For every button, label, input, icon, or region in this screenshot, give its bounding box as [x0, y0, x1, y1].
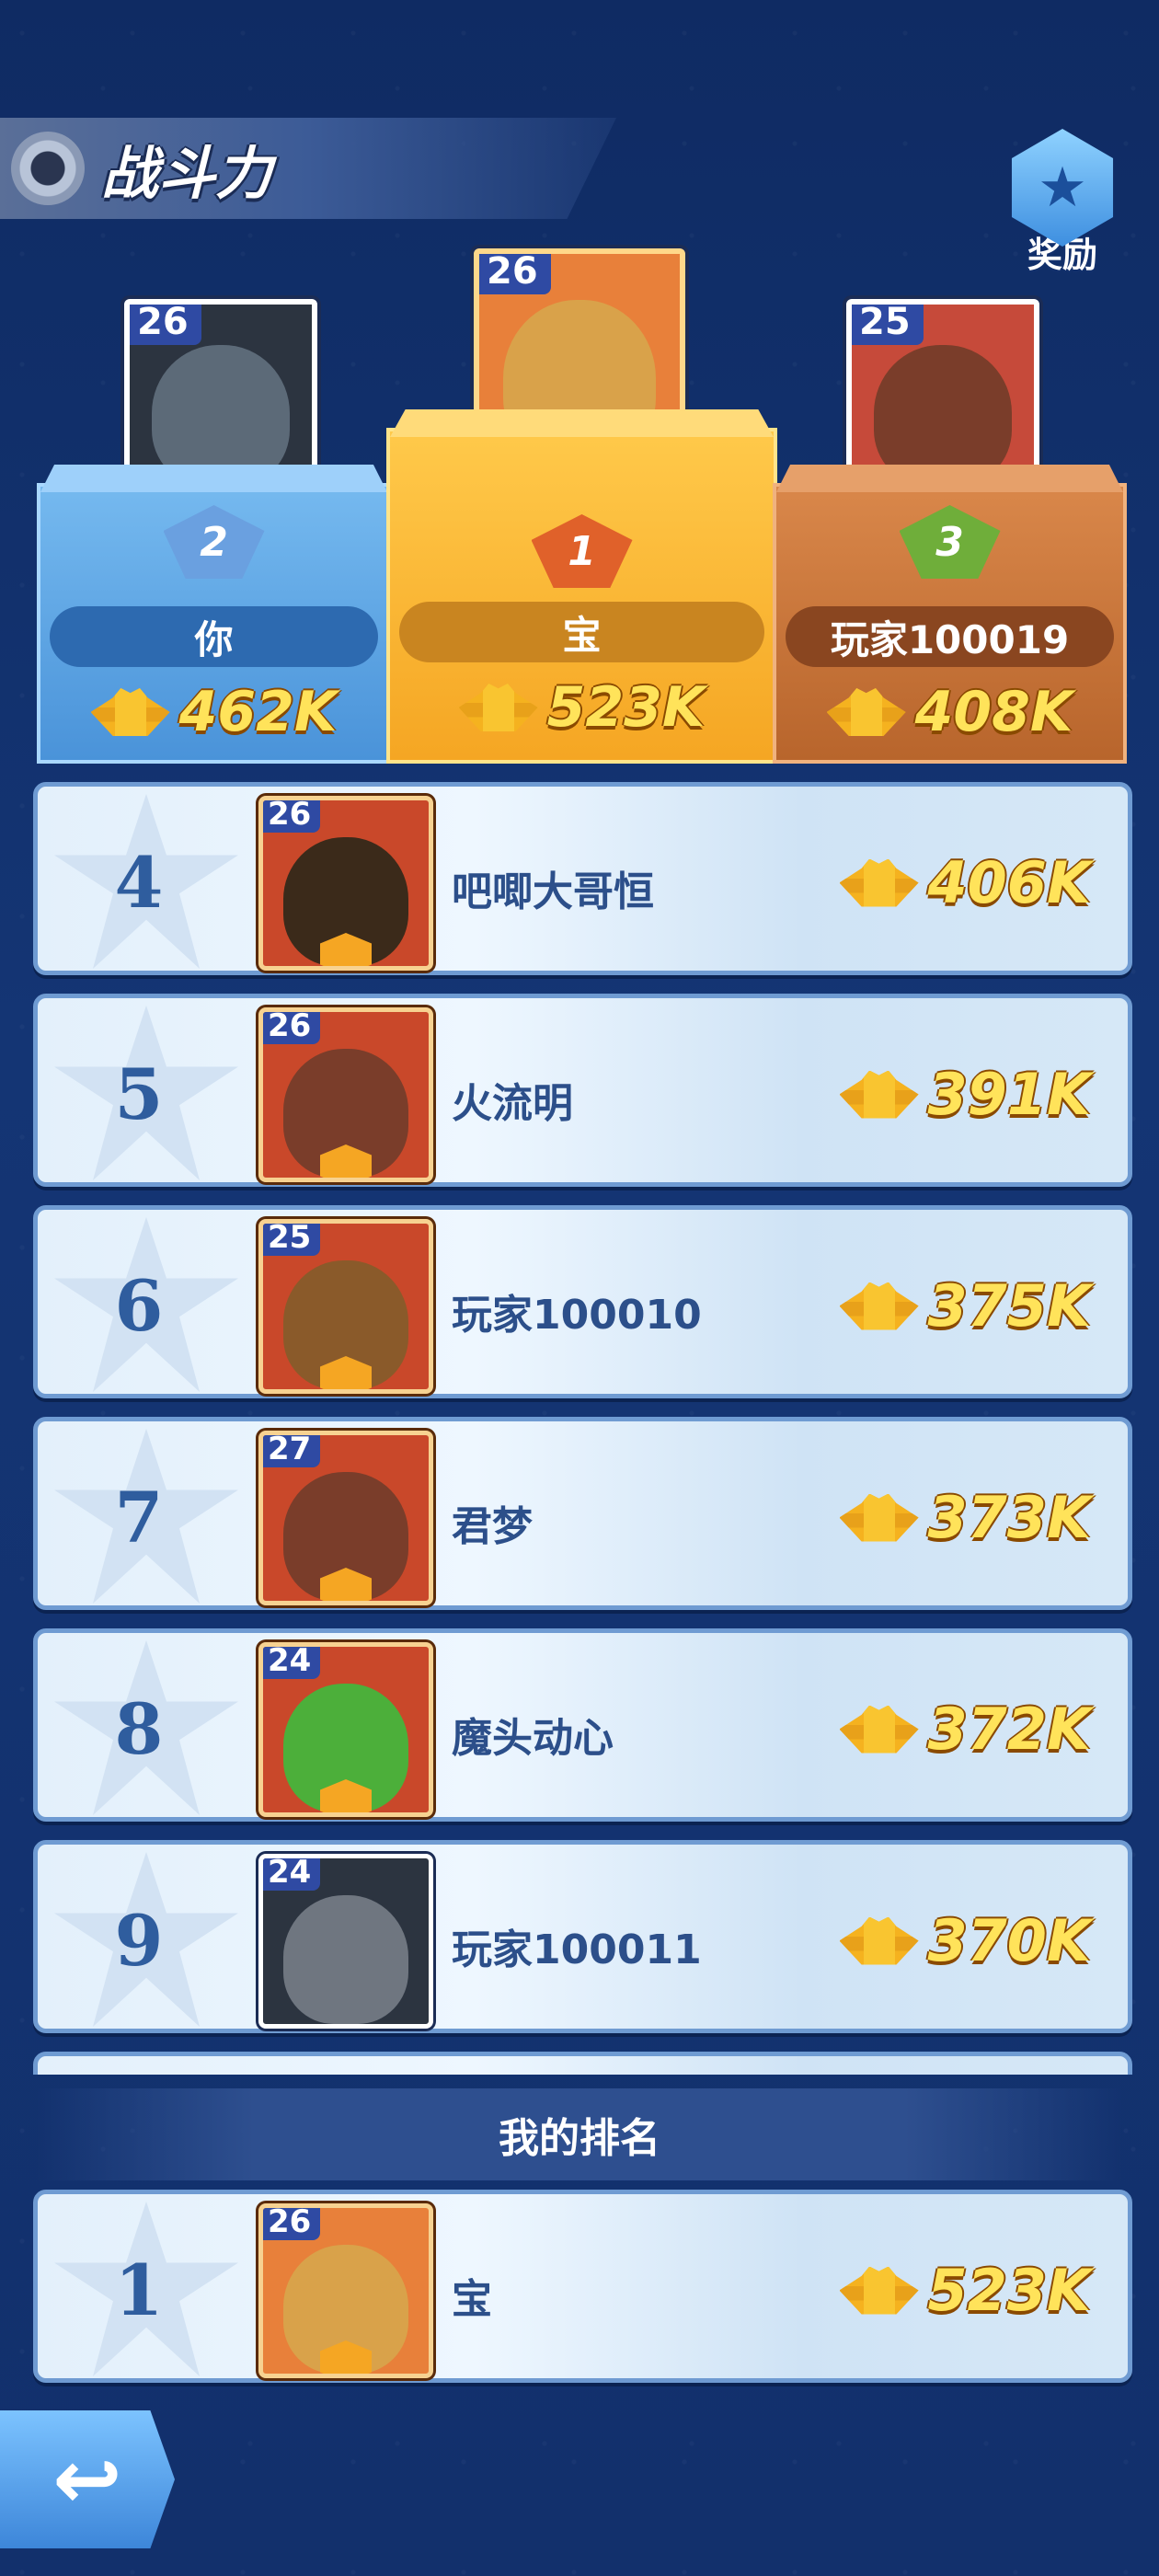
podium-block: 1 宝 523K	[386, 409, 777, 764]
player-name: 玩家100010	[452, 1292, 702, 1339]
avatar: 24	[258, 1854, 433, 2029]
level-badge: 26	[263, 800, 321, 833]
power-wing-icon	[90, 688, 170, 736]
power-wing-icon	[839, 1493, 919, 1542]
return-arrow-icon: ↩	[52, 2431, 122, 2528]
podium: 26 2 你 462K 26 1 宝 523K 25 3 玩家100019 40…	[37, 248, 1127, 764]
power-wing-icon	[839, 1070, 919, 1119]
power-display: 408K	[776, 680, 1123, 744]
avatar: 27	[258, 1431, 433, 1605]
list-item[interactable]: 4 26 吧唧大哥恒 406K	[33, 782, 1132, 975]
rank-number: 9	[114, 1900, 164, 1982]
avatar: 24	[258, 1642, 433, 1817]
podium-third[interactable]: 25 3 玩家100019 408K	[773, 299, 1127, 764]
list-item-partial[interactable]	[33, 2052, 1132, 2075]
rank-number: 6	[114, 1265, 164, 1347]
player-name: 君梦	[452, 1503, 533, 1550]
power-value: 391K	[927, 1061, 1091, 1128]
podium-first[interactable]: 26 1 宝 523K	[386, 248, 777, 764]
power-wing-icon	[839, 1282, 919, 1330]
power-wing-icon	[839, 1916, 919, 1965]
avatar: 26	[258, 796, 433, 971]
list-item[interactable]: 5 26 火流明 391K	[33, 994, 1132, 1187]
player-name: 玩家100019	[786, 606, 1114, 667]
player-name: 吧唧大哥恒	[452, 868, 654, 915]
my-rank-title: 我的排名	[499, 2115, 660, 2162]
power-display: 406K	[839, 849, 1091, 916]
power-wing-icon	[839, 2266, 919, 2315]
level-badge: 26	[263, 2208, 321, 2240]
podium-block: 3 玩家100019 408K	[773, 465, 1127, 764]
avatar: 26	[258, 2203, 433, 2378]
avatar-portrait	[282, 1894, 409, 2024]
podium-second[interactable]: 26 2 你 462K	[37, 299, 391, 764]
list-item[interactable]: 7 27 君梦 373K	[33, 1417, 1132, 1610]
player-name: 你	[50, 606, 378, 667]
player-name: 火流明	[452, 1080, 573, 1127]
level-badge: 26	[130, 305, 201, 345]
rank-number: 1	[114, 2249, 164, 2331]
avatar: 25	[846, 299, 1039, 492]
rank-number: 4	[114, 842, 164, 924]
power-display: 523K	[390, 675, 774, 740]
list-item[interactable]: 9 24 玩家100011 370K	[33, 1840, 1132, 2033]
avatar: 25	[258, 1219, 433, 1394]
rank-number: 8	[114, 1688, 164, 1770]
power-value: 372K	[927, 1696, 1091, 1763]
level-badge: 26	[479, 254, 551, 294]
level-badge: 25	[852, 305, 924, 345]
power-value: 408K	[914, 680, 1073, 744]
list-item[interactable]: 6 25 玩家100010 375K	[33, 1205, 1132, 1398]
level-badge: 24	[263, 1858, 321, 1891]
rank-emblem-icon: 1	[531, 514, 633, 588]
level-badge: 27	[263, 1435, 321, 1467]
power-display: 370K	[839, 1907, 1091, 1974]
player-name: 宝	[399, 602, 764, 662]
rank-number: 7	[114, 1477, 164, 1558]
power-display: 375K	[839, 1272, 1091, 1340]
power-display: 372K	[839, 1696, 1091, 1763]
power-wing-icon	[839, 1705, 919, 1754]
power-wing-icon	[839, 858, 919, 907]
level-badge: 25	[263, 1224, 321, 1256]
player-name: 玩家100011	[452, 1926, 702, 1973]
back-button[interactable]: ↩	[0, 2410, 175, 2548]
avatar: 26	[124, 299, 317, 492]
page-title: 战斗力	[101, 140, 273, 207]
power-wing-icon	[826, 688, 906, 736]
level-badge: 24	[263, 1647, 321, 1679]
list-item[interactable]: 8 24 魔头动心 372K	[33, 1628, 1132, 1822]
power-value: 373K	[927, 1484, 1091, 1551]
power-value: 462K	[178, 680, 338, 744]
gear-icon	[11, 132, 85, 205]
power-display: 462K	[40, 680, 387, 744]
player-name: 宝	[452, 2276, 492, 2323]
rank-emblem-icon: 3	[899, 505, 1001, 579]
power-value: 375K	[927, 1272, 1091, 1340]
rank-emblem-icon: 2	[163, 505, 265, 579]
player-name: 魔头动心	[452, 1715, 614, 1762]
my-rank-header: 我的排名	[37, 2088, 1122, 2180]
power-value: 523K	[546, 675, 706, 740]
power-display: 523K	[839, 2257, 1091, 2324]
rank-number: 5	[114, 1053, 164, 1135]
power-display: 373K	[839, 1484, 1091, 1551]
avatar: 26	[258, 1007, 433, 1182]
my-rank-row[interactable]: 1 26 宝 523K	[33, 2190, 1132, 2383]
power-display: 391K	[839, 1061, 1091, 1128]
title-banner: 战斗力	[0, 118, 616, 219]
ranking-list[interactable]: 4 26 吧唧大哥恒 406K 5 26 火流明 391K 6 25 玩家100…	[33, 782, 1132, 2075]
level-badge: 26	[263, 1012, 321, 1044]
power-wing-icon	[458, 684, 538, 731]
power-value: 370K	[927, 1907, 1091, 1974]
reward-medal-icon: ★	[1011, 129, 1114, 247]
podium-block: 2 你 462K	[37, 465, 391, 764]
power-value: 523K	[927, 2257, 1091, 2324]
power-value: 406K	[927, 849, 1091, 916]
